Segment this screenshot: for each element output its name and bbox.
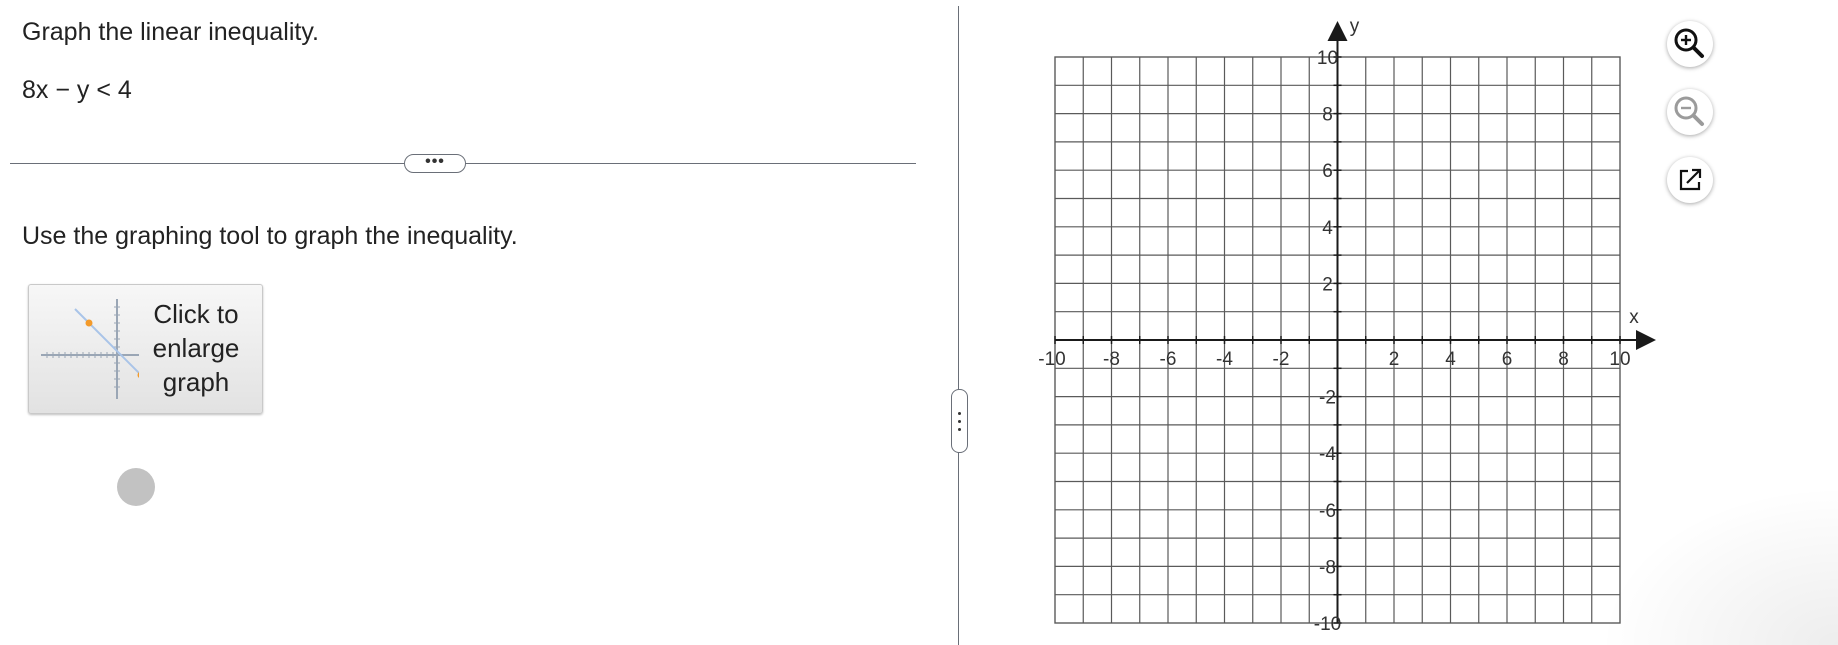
loading-indicator — [117, 468, 155, 506]
y-axis-label: y — [1350, 16, 1360, 37]
enlarge-graph-label: Click to enlarge graph — [141, 297, 251, 399]
y-tick-label: -2 — [1319, 388, 1336, 409]
y-tick-label: -4 — [1319, 444, 1336, 465]
x-tick-label: -2 — [1273, 349, 1290, 370]
pane-splitter-line — [958, 6, 959, 645]
enlarge-graph-button[interactable]: Click to enlarge graph — [28, 284, 263, 414]
enlarge-label-line3: graph — [162, 367, 230, 397]
y-tick-label: 10 — [1317, 48, 1338, 69]
inequality-expression: 8x − y < 4 — [22, 76, 132, 104]
y-tick-label: -6 — [1319, 501, 1336, 522]
enlarge-label-line1: Click to — [153, 299, 239, 329]
y-tick-label: 4 — [1322, 218, 1333, 239]
x-tick-label: 6 — [1502, 349, 1513, 370]
x-tick-label: 10 — [1609, 349, 1630, 370]
zoom-out-button[interactable] — [1667, 89, 1713, 135]
y-tick-label: -10 — [1314, 614, 1341, 635]
coordinate-plane[interactable]: -10 -8 -6 -4 -2 2 4 6 8 10 10 8 6 4 2 -2 -4 -6 -8 -10 x y — [1000, 0, 1690, 645]
x-tick-label: -4 — [1216, 349, 1233, 370]
popout-button[interactable] — [1667, 157, 1713, 203]
question-pane: Graph the linear inequality. 8x − y < 4 … — [0, 0, 955, 645]
x-tick-label: -10 — [1038, 349, 1065, 370]
x-axis-label: x — [1629, 307, 1639, 328]
x-tick-label: -6 — [1160, 349, 1177, 370]
zoom-in-button[interactable] — [1667, 21, 1713, 67]
y-tick-label: 8 — [1322, 105, 1333, 126]
x-tick-label: 8 — [1558, 349, 1569, 370]
pane-resize-handle[interactable] — [951, 389, 968, 453]
graph-thumbnail-points — [85, 319, 139, 378]
y-tick-label: 2 — [1322, 274, 1333, 295]
show-more-button[interactable]: ••• — [404, 154, 466, 173]
enlarge-label-line2: enlarge — [152, 333, 240, 363]
zoom-out-icon — [1674, 96, 1704, 126]
zoom-in-icon — [1674, 28, 1704, 58]
instruction-text: Use the graphing tool to graph the inequ… — [22, 222, 518, 250]
y-tick-label: 6 — [1322, 161, 1333, 182]
x-tick-label: 4 — [1445, 349, 1456, 370]
y-tick-label: -8 — [1319, 557, 1336, 578]
external-link-icon — [1679, 168, 1702, 191]
x-tick-label: 2 — [1389, 349, 1400, 370]
question-title: Graph the linear inequality. — [22, 18, 319, 46]
x-tick-label: -8 — [1103, 349, 1120, 370]
